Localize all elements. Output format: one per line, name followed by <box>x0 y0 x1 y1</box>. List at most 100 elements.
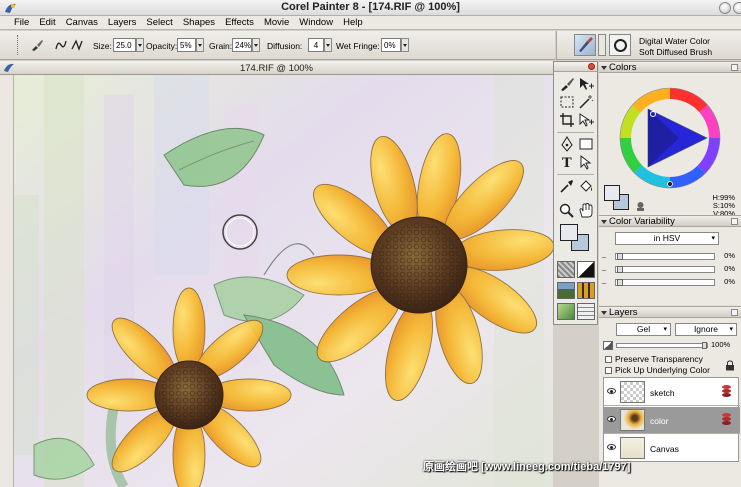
toolbar-grip[interactable] <box>17 35 20 55</box>
layers-panel-close-button[interactable] <box>731 309 738 316</box>
brush-category-icon[interactable] <box>574 34 596 56</box>
size-field[interactable]: 25.0 <box>113 38 136 52</box>
variability-mode-select[interactable]: in HSV ▾ <box>615 232 719 245</box>
pattern-selector-icon[interactable] <box>557 282 575 299</box>
chevron-down-icon: ▾ <box>711 235 715 242</box>
nozzle-selector-icon[interactable] <box>557 303 575 320</box>
sunflower-painting <box>14 75 553 487</box>
grain-field[interactable]: 24% <box>232 38 252 52</box>
primary-color-swatch[interactable] <box>560 224 578 241</box>
freehand-stroke-icon[interactable] <box>54 38 68 52</box>
hue-variability-slider[interactable] <box>615 253 715 260</box>
layer-thumbnail <box>620 381 645 403</box>
menu-movie[interactable]: Movie <box>264 17 289 28</box>
straight-line-stroke-icon[interactable] <box>70 38 84 52</box>
brush-variant-icon[interactable] <box>609 34 631 56</box>
layer-row-color[interactable]: color <box>604 407 740 434</box>
svg-text:T: T <box>562 156 572 170</box>
brush-variant-name[interactable]: Soft Diffused Brush <box>639 47 712 57</box>
brush-category-name[interactable]: Digital Water Color <box>639 36 710 46</box>
layer-name: sketch <box>650 388 675 398</box>
pick-up-underlying-checkbox[interactable]: Pick Up Underlying Color <box>605 365 710 375</box>
minimize-button[interactable] <box>719 2 731 14</box>
menu-shapes[interactable]: Shapes <box>183 17 215 28</box>
dropper-tool-icon[interactable] <box>558 178 576 194</box>
color-variability-panel-header[interactable]: Color Variability <box>599 215 741 227</box>
checkbox-box[interactable] <box>605 367 612 374</box>
text-tool-icon[interactable]: T <box>558 154 576 170</box>
toolbox-close-button[interactable] <box>588 63 595 70</box>
composite-method-select[interactable]: Gel ▾ <box>616 323 671 336</box>
gradient-selector-icon[interactable] <box>577 261 595 278</box>
saturation-variability-value: 0% <box>724 264 735 273</box>
hue-variability-value: 0% <box>724 251 735 260</box>
menu-select[interactable]: Select <box>146 17 172 28</box>
brush-tool-icon[interactable] <box>30 38 44 52</box>
colors-panel-header[interactable]: Colors <box>599 61 741 73</box>
preserve-transparency-checkbox[interactable]: Preserve Transparency <box>605 354 703 364</box>
grabber-hand-icon[interactable] <box>577 202 595 218</box>
lock-icon[interactable] <box>725 360 735 371</box>
selection-adjuster-icon[interactable] <box>577 112 595 128</box>
slider-knob[interactable] <box>702 342 707 349</box>
eye-icon[interactable] <box>607 388 616 394</box>
size-dropdown[interactable] <box>136 38 144 52</box>
menu-file[interactable]: File <box>14 17 29 28</box>
document-window: 174.RIF @ 100% <box>0 61 553 487</box>
layer-stack-icon <box>722 385 731 397</box>
panel-color-swatches[interactable] <box>604 185 632 213</box>
wet-fringe-field[interactable]: 0% <box>381 38 401 52</box>
property-bar: Size: 25.0 Opacity: 5% Grain: 24% Diffus… <box>0 31 555 60</box>
menu-window[interactable]: Window <box>299 17 333 28</box>
maximize-button[interactable] <box>733 2 741 14</box>
grain-dropdown[interactable] <box>252 38 260 52</box>
weaving-selector-icon[interactable] <box>577 282 595 299</box>
paper-selector-icon[interactable] <box>557 261 575 278</box>
magnifier-icon[interactable] <box>558 202 576 218</box>
diffusion-dropdown[interactable] <box>324 38 332 52</box>
color-wheel[interactable] <box>619 87 721 189</box>
colors-panel-title: Colors <box>609 62 637 73</box>
menu-canvas[interactable]: Canvas <box>66 17 98 28</box>
opacity-field[interactable]: 5% <box>177 38 196 52</box>
layer-adjuster-icon[interactable] <box>577 76 595 92</box>
colors-panel-close-button[interactable] <box>731 64 738 71</box>
painting-canvas[interactable] <box>14 75 553 487</box>
menu-edit[interactable]: Edit <box>39 17 55 28</box>
menu-help[interactable]: Help <box>343 17 363 28</box>
opacity-dropdown[interactable] <box>196 38 204 52</box>
slider-knob[interactable] <box>617 253 623 260</box>
composite-depth-select[interactable]: Ignore ▾ <box>675 323 737 336</box>
wet-fringe-dropdown[interactable] <box>401 38 409 52</box>
clone-color-icon[interactable] <box>635 201 646 212</box>
layer-stack-icon <box>722 413 731 425</box>
saturation-variability-slider[interactable] <box>615 266 715 273</box>
color-swatches[interactable] <box>560 224 592 254</box>
eye-icon[interactable] <box>607 416 616 422</box>
magic-wand-icon[interactable] <box>577 94 595 110</box>
paint-bucket-icon[interactable] <box>577 178 595 194</box>
menu-layers[interactable]: Layers <box>108 17 137 28</box>
color-variability-close-button[interactable] <box>731 218 738 225</box>
document-title-bar: 174.RIF @ 100% <box>0 61 553 75</box>
shape-selection-icon[interactable] <box>577 154 595 170</box>
layer-opacity-slider[interactable] <box>616 342 708 349</box>
eye-icon[interactable] <box>607 444 616 450</box>
crop-tool-icon[interactable] <box>558 112 576 128</box>
pen-tool-icon[interactable] <box>558 136 576 152</box>
brush-tool-icon[interactable] <box>558 76 576 92</box>
look-selector-icon[interactable] <box>577 303 595 320</box>
diffusion-field[interactable]: 4 <box>308 38 324 52</box>
rectangular-selection-icon[interactable] <box>558 94 576 110</box>
layer-row-sketch[interactable]: sketch <box>604 379 740 406</box>
layers-panel-header[interactable]: Layers <box>599 306 741 318</box>
menu-effects[interactable]: Effects <box>225 17 254 28</box>
slider-knob[interactable] <box>617 266 623 273</box>
panel-primary-swatch[interactable] <box>604 185 620 201</box>
brush-category-dropdown[interactable] <box>598 34 606 56</box>
rectangle-shape-icon[interactable] <box>577 136 595 152</box>
value-variability-slider[interactable] <box>615 279 715 286</box>
slider-knob[interactable] <box>617 279 623 286</box>
checkbox-box[interactable] <box>605 356 612 363</box>
preserve-transparency-label: Preserve Transparency <box>615 354 703 364</box>
